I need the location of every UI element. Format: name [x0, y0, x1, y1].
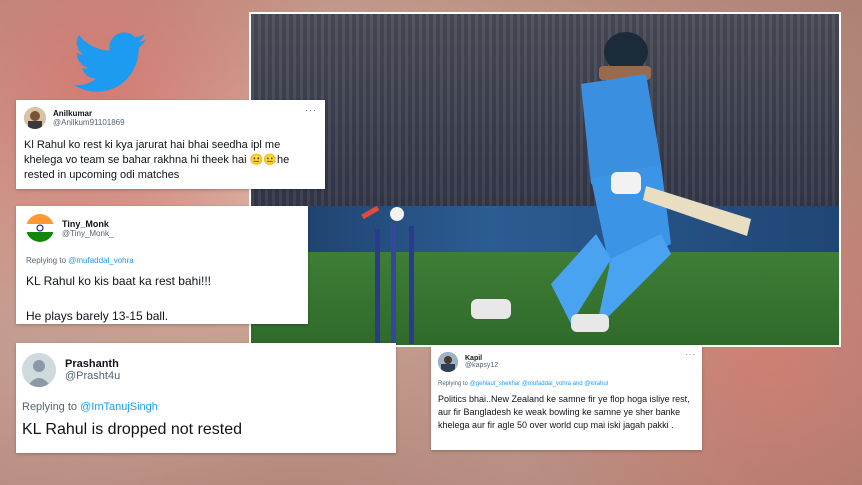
- display-name[interactable]: Anilkumar: [53, 109, 125, 118]
- twitter-bird-icon: [74, 32, 147, 92]
- tweet-header: Anilkumar @Anilkum91101869: [24, 107, 317, 129]
- tweet-card[interactable]: Prashanth @Prasht4u Replying to @ImTanuj…: [16, 343, 396, 453]
- tweet-header: Kapil @kapsy12: [438, 352, 695, 372]
- tweet-text: Kl Rahul ko rest ki kya jarurat hai bhai…: [24, 139, 290, 181]
- reply-label: Replying to: [26, 256, 69, 265]
- reply-label: Replying to: [438, 381, 470, 387]
- display-name[interactable]: Prashanth: [65, 358, 120, 370]
- more-options-icon[interactable]: ···: [305, 105, 317, 115]
- reply-context: Replying to @mufaddal_vohra: [26, 256, 298, 265]
- more-options-icon[interactable]: ···: [685, 350, 696, 359]
- avatar[interactable]: [26, 214, 54, 242]
- tweet-card[interactable]: ··· Kapil @kapsy12 Replying to @gehlaut_…: [431, 345, 702, 450]
- tweet-card[interactable]: ··· Anilkumar @Anilkum91101869 Kl Rahul …: [16, 100, 325, 189]
- reply-label: Replying to: [22, 401, 81, 413]
- user-handle[interactable]: @Tiny_Monk_: [62, 229, 113, 238]
- cricket-photo: [249, 12, 841, 347]
- tweet-header: Tiny_Monk @Tiny_Monk_: [26, 214, 298, 242]
- tweet-card[interactable]: Tiny_Monk @Tiny_Monk_ Replying to @mufad…: [16, 206, 308, 324]
- avatar[interactable]: [24, 107, 46, 129]
- tweet-text: Politics bhai..New Zealand ke samne fir …: [438, 394, 690, 430]
- mention-link[interactable]: @ImTanujSingh: [80, 401, 158, 413]
- mention-link[interactable]: @mufaddal_vohra: [68, 256, 134, 265]
- tweet-header: Prashanth @Prasht4u: [22, 353, 390, 387]
- tweet-text: KL Rahul is dropped not rested: [22, 421, 242, 438]
- user-handle[interactable]: @kapsy12: [465, 362, 498, 369]
- reply-context: Replying to @ImTanujSingh: [22, 401, 390, 413]
- display-name[interactable]: Kapil: [465, 355, 498, 362]
- batsman-illustration: [361, 32, 751, 344]
- default-avatar-icon[interactable]: [22, 353, 56, 387]
- display-name[interactable]: Tiny_Monk: [62, 219, 113, 229]
- mention-link[interactable]: @gehlaut_shekhar @mufaddal_vohra and @kl…: [470, 381, 608, 387]
- user-handle[interactable]: @Anilkum91101869: [53, 118, 125, 127]
- tweet-text-line-2: He plays barely 13-15 ball.: [26, 309, 169, 323]
- avatar[interactable]: [438, 352, 458, 372]
- reply-context: Replying to @gehlaut_shekhar @mufaddal_v…: [438, 381, 695, 387]
- tweet-text: KL Rahul ko kis baat ka rest bahi!!!: [26, 274, 211, 288]
- user-handle[interactable]: @Prasht4u: [65, 370, 120, 382]
